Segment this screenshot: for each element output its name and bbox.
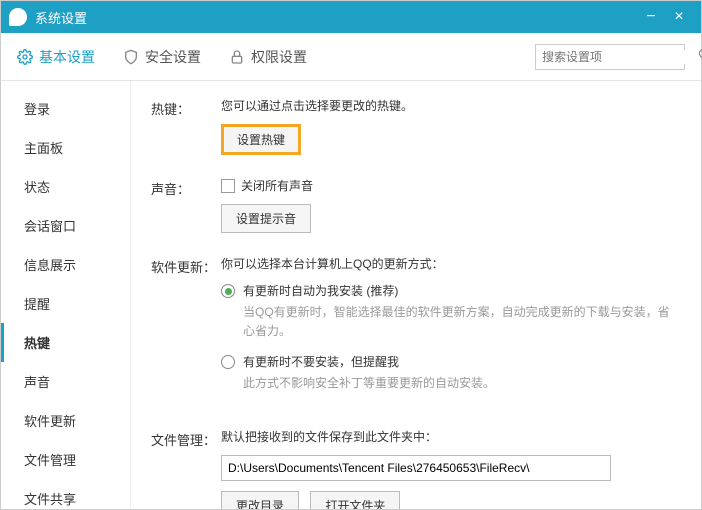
hotkey-desc: 您可以通过点击选择要更改的热键。 (221, 97, 681, 114)
sidebar-item-status[interactable]: 状态 (1, 167, 130, 206)
hotkey-label: 热键： (151, 97, 221, 155)
update-auto-radio[interactable] (221, 284, 235, 298)
search-input[interactable] (542, 50, 697, 64)
sidebar-item-login[interactable]: 登录 (1, 89, 130, 128)
file-label: 文件管理： (151, 428, 221, 509)
minimize-button[interactable]: − (637, 8, 665, 26)
set-hotkey-button[interactable]: 设置热键 (221, 124, 301, 155)
sidebar-item-chat[interactable]: 会话窗口 (1, 206, 130, 245)
search-icon (697, 47, 702, 66)
tabs-row: 基本设置 安全设置 权限设置 (1, 33, 701, 81)
mute-all-checkbox[interactable] (221, 179, 235, 193)
window-title: 系统设置 (35, 8, 637, 27)
file-desc: 默认把接收到的文件保存到此文件夹中： (221, 428, 681, 445)
search-box[interactable] (535, 44, 685, 70)
sidebar-item-sound[interactable]: 声音 (1, 362, 130, 401)
tab-basic[interactable]: 基本设置 (17, 47, 95, 67)
set-sound-button[interactable]: 设置提示音 (221, 204, 311, 233)
sidebar-item-mainpanel[interactable]: 主面板 (1, 128, 130, 167)
section-update: 软件更新： 你可以选择本台计算机上QQ的更新方式： 有更新时自动为我安装 (推荐… (151, 255, 681, 406)
content-panel: 热键： 您可以通过点击选择要更改的热键。 设置热键 声音： 关闭所有声音 设置提… (131, 81, 701, 509)
tab-permission[interactable]: 权限设置 (229, 47, 307, 67)
update-remind-label: 有更新时不要安装，但提醒我 (243, 353, 399, 370)
sidebar-item-notify[interactable]: 提醒 (1, 284, 130, 323)
tab-security-label: 安全设置 (145, 47, 201, 67)
section-hotkey: 热键： 您可以通过点击选择要更改的热键。 设置热键 (151, 97, 681, 155)
update-auto-desc: 当QQ有更新时，智能选择最佳的软件更新方案，自动完成更新的下载与安装，省心省力。 (243, 303, 681, 341)
sidebar: 登录 主面板 状态 会话窗口 信息展示 提醒 热键 声音 软件更新 文件管理 文… (1, 81, 131, 509)
section-file: 文件管理： 默认把接收到的文件保存到此文件夹中： 更改目录 打开文件夹 ✓ 允许… (151, 428, 681, 509)
open-folder-button[interactable]: 打开文件夹 (310, 491, 400, 509)
close-button[interactable]: × (665, 8, 693, 26)
update-remind-radio[interactable] (221, 355, 235, 369)
tab-permission-label: 权限设置 (251, 47, 307, 67)
change-dir-button[interactable]: 更改目录 (221, 491, 299, 509)
update-desc: 你可以选择本台计算机上QQ的更新方式： (221, 255, 681, 272)
file-path-input[interactable] (221, 455, 611, 481)
sidebar-item-update[interactable]: 软件更新 (1, 401, 130, 440)
sound-label: 声音： (151, 177, 221, 233)
section-sound: 声音： 关闭所有声音 设置提示音 (151, 177, 681, 233)
update-label: 软件更新： (151, 255, 221, 406)
titlebar: 系统设置 − × (1, 1, 701, 33)
sidebar-item-fileshare[interactable]: 文件共享 (1, 479, 130, 509)
shield-icon (123, 49, 139, 65)
update-remind-desc: 此方式不影响安全补丁等重要更新的自动安装。 (243, 374, 681, 393)
gear-icon (17, 49, 33, 65)
update-auto-label: 有更新时自动为我安装 (推荐) (243, 282, 398, 299)
mute-all-label: 关闭所有声音 (241, 177, 313, 194)
tab-security[interactable]: 安全设置 (123, 47, 201, 67)
sidebar-item-file[interactable]: 文件管理 (1, 440, 130, 479)
sidebar-item-hotkey[interactable]: 热键 (1, 323, 130, 362)
tab-basic-label: 基本设置 (39, 47, 95, 67)
app-logo-icon (9, 8, 27, 26)
sidebar-item-display[interactable]: 信息展示 (1, 245, 130, 284)
lock-icon (229, 49, 245, 65)
